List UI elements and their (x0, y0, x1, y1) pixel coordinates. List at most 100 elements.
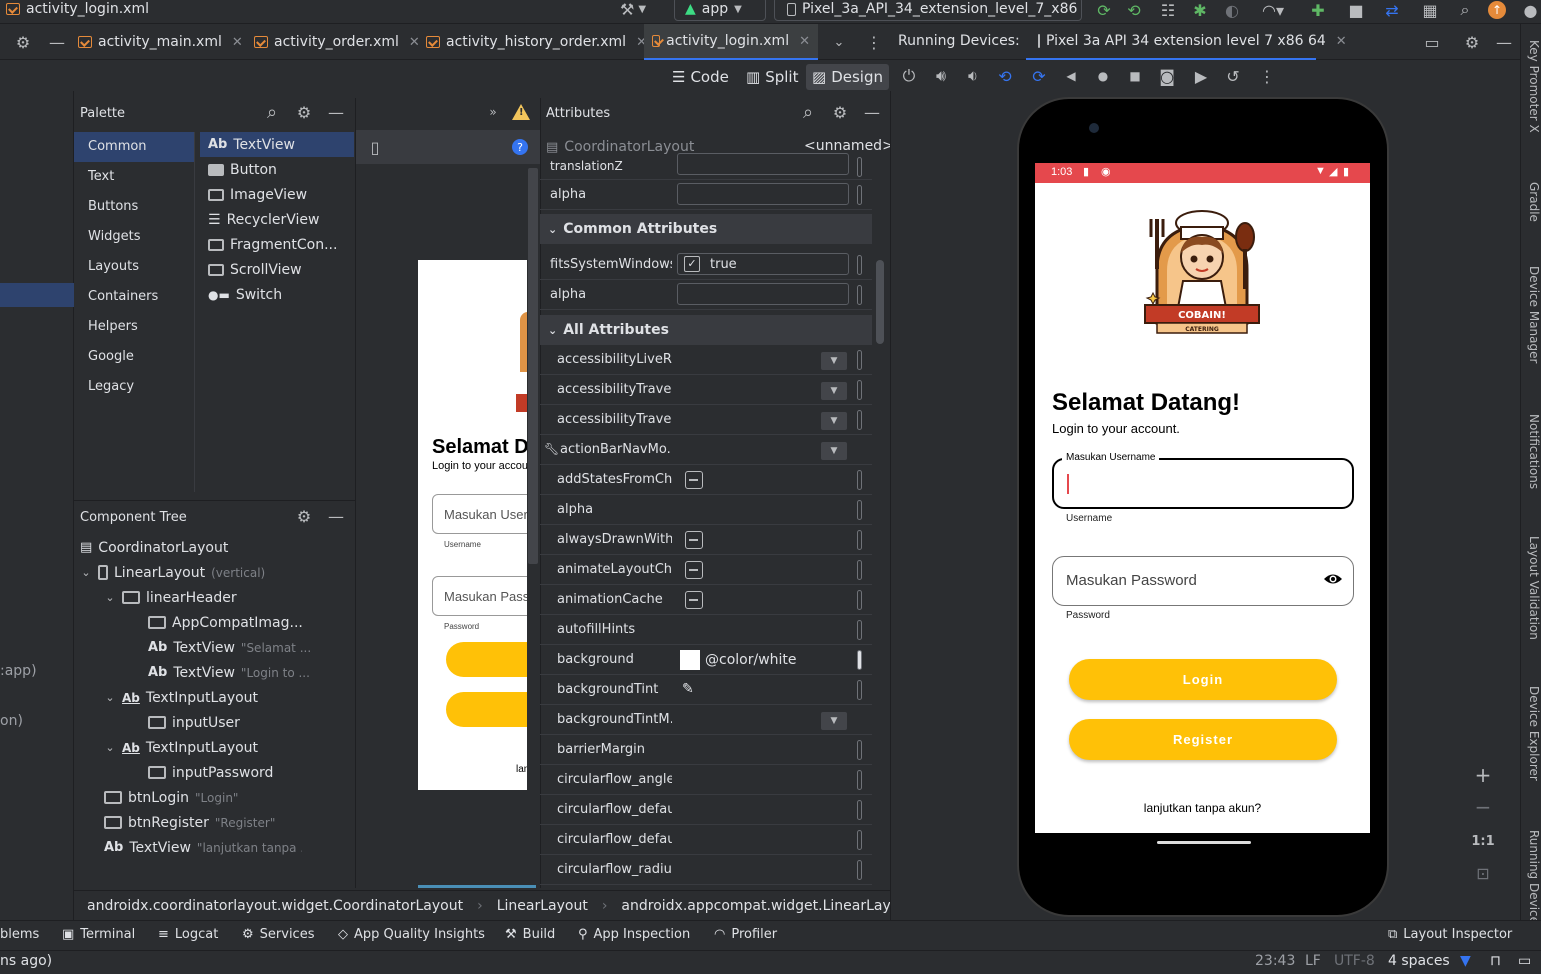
palette-item-switch[interactable]: ●▬ Switch (200, 282, 354, 307)
build-tool[interactable]: ⚒ Build (505, 927, 555, 942)
register-button[interactable]: Register (1069, 719, 1337, 760)
tristate-checkbox[interactable] (685, 471, 703, 489)
phone-screen[interactable]: 1:03 ▮ ◉ ▼ ◢ ▮ COBAIN! CATERING Selamat … (1035, 163, 1370, 833)
gear-icon[interactable]: ⚙ (294, 506, 314, 526)
attr-pill[interactable] (857, 620, 862, 640)
gradle-tool[interactable]: Gradle (1520, 182, 1541, 222)
zoom-out-icon[interactable]: − (1472, 795, 1494, 819)
minimize-icon[interactable]: — (326, 102, 346, 122)
more-options-icon[interactable]: ⋮ (1256, 66, 1278, 86)
profile-icon[interactable]: ◠▾ (1258, 0, 1288, 20)
layout-validation-tool[interactable]: Layout Validation (1520, 536, 1541, 640)
tree-node-btnlogin[interactable]: btnLogin "Login" (104, 785, 465, 810)
sync-icon[interactable]: ☷ (1158, 0, 1178, 20)
attr-row[interactable]: autofillHints (540, 615, 872, 645)
lock-icon[interactable]: ⊓ (1490, 953, 1501, 969)
close-icon[interactable]: ✕ (1336, 34, 1347, 49)
continue-without-account-link[interactable]: lanjutkan tanpa akun? (1035, 801, 1370, 815)
debug-icon[interactable]: ✱ (1190, 0, 1210, 20)
chevron-down-icon[interactable]: ⌄ (104, 691, 116, 704)
gear-icon[interactable]: ⚙ (294, 102, 314, 122)
warning-icon[interactable] (512, 104, 530, 120)
tree-node-inputpassword[interactable]: inputPassword (148, 760, 456, 785)
expand-icon[interactable]: » (486, 104, 500, 120)
design-password-field[interactable]: Masukan Passw (432, 576, 527, 616)
settings-icon[interactable]: ▦ (1420, 0, 1440, 20)
attr-row[interactable]: backgroundTintM... ▼ (540, 705, 872, 735)
indent-setting[interactable]: 4 spaces (1388, 953, 1450, 969)
palette-item-recyclerview[interactable]: ☰ RecyclerView (200, 207, 354, 232)
search-icon[interactable]: ⌕ (262, 102, 282, 123)
attr-pill[interactable] (857, 470, 862, 490)
camera-icon[interactable]: ◙ (1156, 66, 1178, 86)
gear-icon[interactable]: ⚙ (1462, 32, 1482, 52)
tristate-checkbox[interactable] (685, 591, 703, 609)
palette-item-textview[interactable]: Ab TextView (200, 132, 354, 157)
code-mode-button[interactable]: ☰ Code (666, 64, 735, 90)
attr-pill[interactable] (857, 650, 862, 670)
memory-indicator-icon[interactable]: ▭ (1518, 953, 1531, 969)
zoom-in-icon[interactable]: + (1472, 763, 1494, 787)
attr-row[interactable]: accessibilityLiveRe... ▼ (540, 345, 872, 375)
attr-row[interactable]: barrierMargin (540, 735, 872, 765)
tree-node-textinputlayout-user[interactable]: ⌄ Ab TextInputLayout (104, 685, 258, 710)
attr-pill[interactable] (857, 285, 862, 305)
checkbox-checked-icon[interactable]: ✓ (684, 256, 700, 272)
reset-icon[interactable]: ↺ (1222, 66, 1244, 86)
attr-row-background[interactable]: background @color/white (540, 645, 872, 675)
chevron-down-icon[interactable]: ▼ (821, 382, 847, 400)
chevron-down-icon[interactable]: ▼ (821, 442, 847, 460)
tree-node-appcompatimageview[interactable]: AppCompatImag... (148, 610, 303, 635)
tristate-checkbox[interactable] (685, 531, 703, 549)
login-button[interactable]: Login (1069, 659, 1337, 700)
line-separator[interactable]: LF (1305, 953, 1321, 969)
chevron-down-icon[interactable]: ▼ (821, 412, 847, 430)
attr-pill[interactable] (857, 770, 862, 790)
palette-item-imageview[interactable]: ImageView (200, 182, 354, 207)
attr-row[interactable]: accessibilityTrave... ▼ (540, 405, 872, 435)
search-icon[interactable]: ⌕ (798, 102, 818, 123)
password-field[interactable]: Masukan Password (1052, 556, 1354, 606)
attr-row[interactable]: circularflow_radiu... (540, 855, 872, 885)
vue-icon[interactable]: ▼ (1460, 953, 1471, 969)
attr-row[interactable]: alpha (540, 495, 872, 525)
device-tab[interactable]: Pixel 3a API 34 extension level 7 x86 64… (1026, 24, 1347, 60)
stop-icon[interactable]: ■ (1346, 0, 1366, 20)
attr-pill[interactable] (857, 680, 862, 700)
design-login-button[interactable] (446, 642, 527, 677)
tree-node-btnregister[interactable]: btnRegister "Register" (104, 810, 502, 835)
design-register-button[interactable] (446, 692, 527, 727)
attr-row-alpha-common[interactable]: alpha (540, 280, 872, 310)
attach-debugger-icon[interactable]: ◐ (1222, 0, 1242, 20)
palette-category-text[interactable]: Text (74, 162, 194, 192)
sdk-manager-icon[interactable]: ⇄ (1382, 0, 1402, 20)
logcat-tool[interactable]: ≡ Logcat (158, 927, 218, 942)
home-icon[interactable]: ● (1092, 66, 1114, 86)
tab-activity-order[interactable]: activity_order.xml ✕ (248, 24, 426, 60)
palette-item-scrollview[interactable]: ScrollView (200, 257, 354, 282)
tree-node-inputuser[interactable]: inputUser (148, 710, 422, 735)
profiler-tool[interactable]: ◠ Profiler (714, 927, 777, 942)
tabs-dropdown-icon[interactable]: ⌄ (828, 32, 850, 52)
caret-position[interactable]: 23:43 (1255, 953, 1295, 969)
attr-pill[interactable] (857, 530, 862, 550)
horizontal-scrollbar[interactable] (418, 885, 536, 888)
project-selected-row[interactable] (0, 283, 74, 307)
attr-pill[interactable] (857, 185, 862, 205)
attr-pill[interactable] (857, 255, 862, 275)
attr-row[interactable]: accessibilityTrave... ▼ (540, 375, 872, 405)
services-tool[interactable]: ⚙ Services (242, 927, 314, 942)
power-icon[interactable]: ⏻ (898, 66, 920, 86)
running-devices-tool[interactable]: Running Devices (1520, 830, 1541, 920)
chevron-down-icon[interactable]: ▼ (821, 712, 847, 730)
attr-row[interactable]: addStatesFromCh... (540, 465, 872, 495)
minimize-icon[interactable]: — (326, 506, 346, 526)
attr-value-input[interactable]: ✓ true (677, 253, 849, 275)
design-preview-canvas[interactable]: Selamat Da Login to your accoun Masukan … (418, 260, 527, 790)
username-field[interactable]: Masukan Username (1052, 452, 1354, 509)
rotate-right-icon[interactable]: ⟳ (1028, 66, 1050, 86)
breadcrumb-item[interactable]: LinearLayout (497, 898, 588, 914)
build-hammer-button[interactable]: ⚒ ▼ (620, 0, 646, 19)
minimize-icon[interactable]: — (862, 102, 882, 122)
tree-node-textview-login[interactable]: Ab TextView "Login to ... (148, 660, 492, 685)
